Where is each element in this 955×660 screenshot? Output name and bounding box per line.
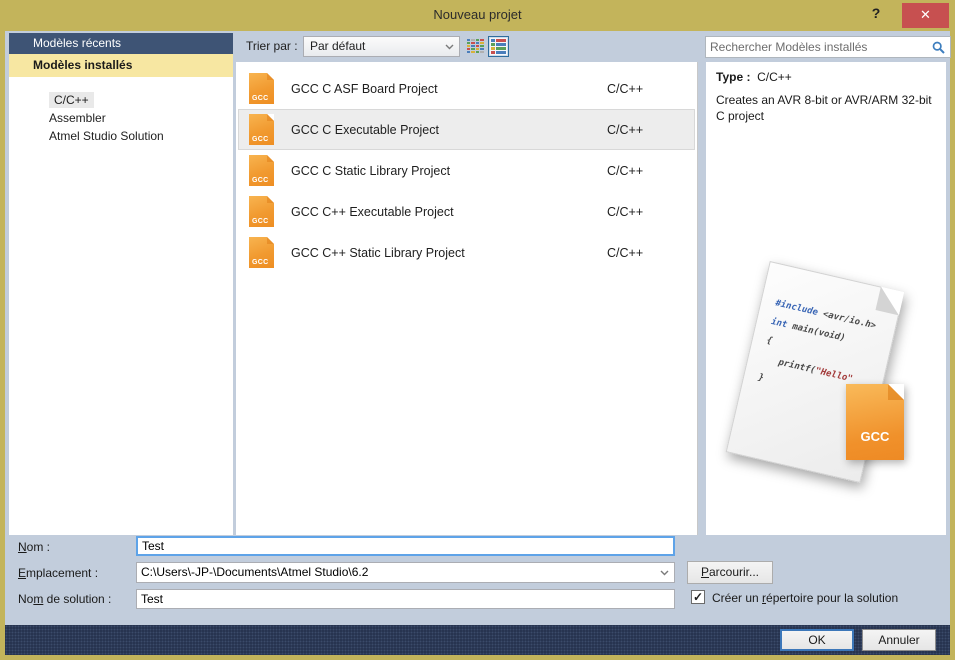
location-dropdown[interactable]: C:\Users\-JP-\Documents\Atmel Studio\6.2 xyxy=(136,562,675,583)
small-icons-view-button[interactable] xyxy=(467,38,486,56)
type-value: C/C++ xyxy=(757,70,792,84)
type-line: Type : C/C++ xyxy=(716,70,936,84)
sort-by-label: Trier par : xyxy=(246,31,298,62)
medium-icons-view-icon xyxy=(490,38,507,55)
list-item[interactable]: GCC GCC C ASF Board Project C/C++ xyxy=(238,68,695,109)
list-item[interactable]: GCC GCC C++ Executable Project C/C++ xyxy=(238,191,695,232)
chevron-down-icon xyxy=(445,44,454,50)
sidebar-item-recent-templates[interactable]: Modèles récents xyxy=(9,33,233,54)
sort-by-dropdown[interactable]: Par défaut xyxy=(303,36,460,57)
gcc-file-icon: GCC xyxy=(249,73,274,104)
solution-name-label: Nom de solution : xyxy=(18,592,111,606)
small-icons-view-icon xyxy=(467,38,484,55)
create-directory-label[interactable]: Créer un répertoire pour la solution xyxy=(712,591,898,605)
close-button[interactable]: ✕ xyxy=(902,3,949,28)
type-label: Type : xyxy=(716,70,750,84)
gcc-file-icon: GCC xyxy=(249,237,274,268)
tree-item-assembler[interactable]: Assembler xyxy=(9,109,233,127)
tree-item-c-cpp[interactable]: C/C++ xyxy=(9,91,233,109)
location-label: Emplacement : xyxy=(18,566,98,580)
list-item-selected[interactable]: GCC GCC C Executable Project C/C++ xyxy=(238,109,695,150)
close-icon: ✕ xyxy=(920,7,931,22)
template-description: Creates an AVR 8-bit or AVR/ARM 32-bit C… xyxy=(716,93,936,124)
title-bar: Nouveau projet ? ✕ xyxy=(0,0,955,31)
name-label: Nom : xyxy=(18,540,50,554)
search-icon[interactable] xyxy=(932,41,945,54)
search-input[interactable] xyxy=(710,38,928,56)
chevron-down-icon xyxy=(660,570,669,576)
footer-bar: OK Annuler xyxy=(5,625,950,655)
template-tree: C/C++ Assembler Atmel Studio Solution xyxy=(9,77,233,535)
template-list: GCC GCC C ASF Board Project C/C++ GCC GC… xyxy=(236,62,698,535)
solution-name-input[interactable] xyxy=(136,589,675,609)
dialog-content: Modèles récents Modèles installés C/C++ … xyxy=(5,31,950,625)
check-icon: ✓ xyxy=(693,590,703,604)
browse-button[interactable]: Parcourir... xyxy=(687,561,773,584)
name-input[interactable] xyxy=(136,536,675,556)
template-info-panel: Type : C/C++ Creates an AVR 8-bit or AVR… xyxy=(706,62,946,535)
create-directory-checkbox[interactable]: ✓ xyxy=(691,590,705,604)
tree-item-atmel-studio-solution[interactable]: Atmel Studio Solution xyxy=(9,127,233,145)
dialog-title: Nouveau projet xyxy=(0,0,955,30)
medium-icons-view-button[interactable] xyxy=(488,36,509,57)
list-item[interactable]: GCC GCC C Static Library Project C/C++ xyxy=(238,150,695,191)
new-project-dialog: Nouveau projet ? ✕ Modèles récents Modèl… xyxy=(0,0,955,660)
search-box xyxy=(705,36,951,58)
sidebar-item-installed-templates[interactable]: Modèles installés xyxy=(9,54,233,77)
help-button[interactable]: ? xyxy=(863,5,889,27)
gcc-file-icon: GCC xyxy=(249,155,274,186)
cancel-button[interactable]: Annuler xyxy=(862,629,936,651)
gcc-file-icon: GCC xyxy=(249,196,274,227)
gcc-badge-icon: GCC xyxy=(846,384,904,460)
ok-button[interactable]: OK xyxy=(780,629,854,651)
list-item[interactable]: GCC GCC C++ Static Library Project C/C++ xyxy=(238,232,695,273)
gcc-file-icon: GCC xyxy=(249,114,274,145)
